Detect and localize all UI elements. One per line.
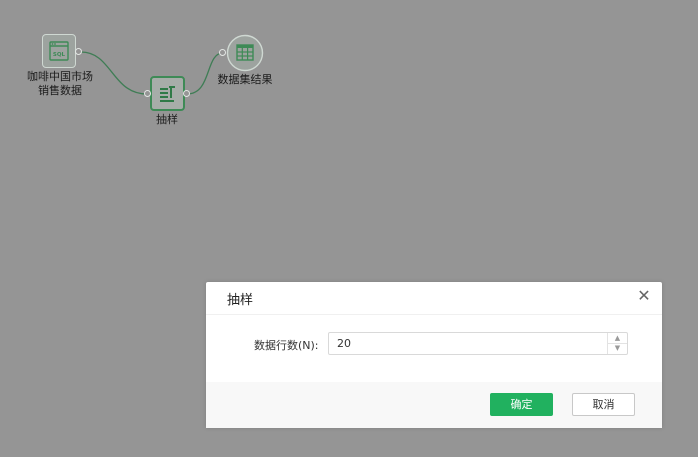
- sql-table-icon: SQL: [49, 41, 69, 61]
- node-sample-box: [150, 76, 185, 111]
- rows-stepper: ▲ ▼: [607, 333, 627, 354]
- port-source-out[interactable]: [75, 48, 82, 55]
- node-source-box: SQL: [42, 34, 76, 68]
- node-sample[interactable]: [150, 76, 186, 112]
- cancel-button[interactable]: 取消: [572, 393, 635, 416]
- dialog-header: 抽样 ✕: [206, 282, 662, 315]
- close-icon[interactable]: ✕: [636, 287, 652, 305]
- ok-button[interactable]: 确定: [490, 393, 553, 416]
- sampling-icon: [160, 86, 175, 102]
- rows-input[interactable]: [329, 333, 607, 354]
- port-sample-out[interactable]: [183, 90, 190, 97]
- sampling-dialog: 抽样 ✕ 数据行数(N): ▲ ▼ 确定 取消: [206, 282, 662, 428]
- sql-icon-text: SQL: [53, 52, 66, 58]
- node-source-label: 咖啡中国市场 销售数据: [27, 70, 93, 97]
- stepper-down-icon[interactable]: ▼: [608, 343, 627, 353]
- rows-field-label: 数据行数(N):: [254, 339, 319, 352]
- node-result[interactable]: [226, 34, 264, 72]
- port-sample-in[interactable]: [144, 90, 151, 97]
- node-source[interactable]: SQL: [42, 34, 78, 70]
- node-result-label: 数据集结果: [217, 73, 273, 86]
- result-node-circle: [226, 34, 264, 72]
- dialog-title: 抽样: [227, 293, 254, 308]
- rows-number-input: ▲ ▼: [328, 332, 628, 355]
- node-sample-label: 抽样: [156, 113, 178, 126]
- port-result-in[interactable]: [219, 49, 226, 56]
